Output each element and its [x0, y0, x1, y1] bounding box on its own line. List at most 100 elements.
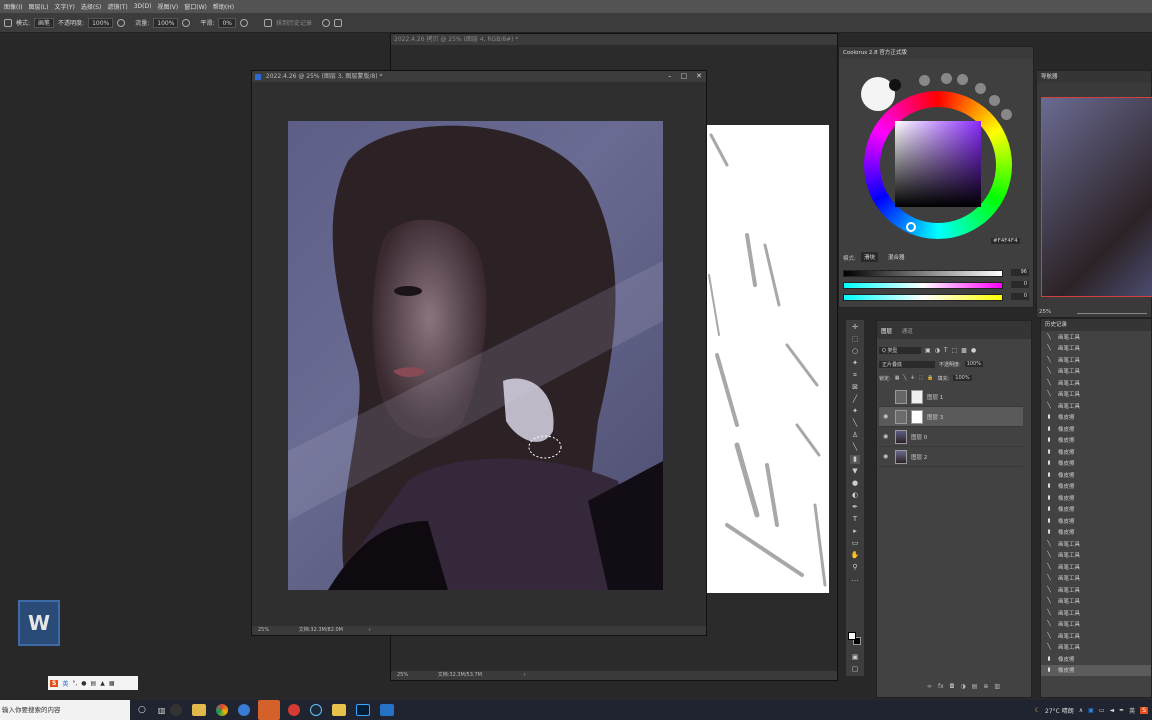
airbrush-icon[interactable] — [182, 18, 191, 27]
slider-row-3[interactable]: 0 — [839, 289, 1035, 301]
history-item[interactable]: ╲ 画笔工具 — [1041, 400, 1151, 412]
lock-all-icon[interactable]: 🔒 — [927, 375, 933, 381]
volume-icon[interactable]: ◄ — [1110, 707, 1115, 714]
link-icon[interactable]: ∞ — [927, 683, 932, 693]
palette-icon[interactable] — [957, 74, 968, 85]
fx-icon[interactable]: fx — [938, 683, 944, 693]
front-document-window[interactable]: 2022.4.26 @ 25% (图层 3, 图层蒙版/8) * – □ ✕ 2… — [251, 70, 707, 636]
layer-filter-select[interactable]: Q 类型 — [879, 346, 921, 354]
filter-pixel-icon[interactable]: ▣ — [925, 347, 931, 354]
slider-row-1[interactable]: 96 — [839, 265, 1035, 277]
history-item[interactable]: ▮ 橡皮擦 — [1041, 458, 1151, 470]
netease-music-icon[interactable] — [288, 704, 301, 716]
eraser-tool-icon[interactable]: ▮ — [850, 455, 860, 464]
moon-icon[interactable]: ☾ — [1035, 707, 1040, 714]
eye-icon[interactable]: ◉ — [883, 453, 891, 460]
navigator-zoom[interactable]: 25% — [1039, 309, 1051, 315]
lock-move-icon[interactable]: ✛ — [910, 375, 914, 381]
tab-slider[interactable]: 滑块 — [861, 252, 879, 262]
lock-pixels-icon[interactable]: ▦ — [895, 375, 900, 381]
layer-name[interactable]: 图层 0 — [911, 433, 927, 441]
filter-type-icon[interactable]: T — [944, 347, 948, 354]
layer-name[interactable]: 图层 2 — [911, 453, 927, 461]
tab-layers[interactable]: 图层 — [881, 329, 892, 335]
chrome-icon[interactable] — [216, 704, 229, 716]
menu-item[interactable]: 帮助(H) — [213, 2, 234, 11]
front-window-titlebar[interactable]: 2022.4.26 @ 25% (图层 3, 图层蒙版/8) * – □ ✕ — [252, 71, 706, 82]
eyedropper-icon[interactable]: ╱ — [850, 395, 860, 404]
pressure-size-icon[interactable] — [322, 18, 330, 27]
palette-icon[interactable] — [1001, 109, 1012, 120]
mode-select[interactable]: 画笔 — [34, 17, 55, 28]
menu-item[interactable]: 图层(L) — [28, 2, 48, 11]
history-item[interactable]: ╲ 画笔工具 — [1041, 343, 1151, 355]
photo-canvas[interactable] — [288, 121, 663, 590]
video-app-icon[interactable] — [380, 704, 395, 716]
history-item[interactable]: ▮ 橡皮擦 — [1041, 412, 1151, 424]
doc-info[interactable]: 文档:32.3M/53.7M — [438, 672, 482, 678]
layer-row[interactable]: ◉ 图层 3 — [879, 407, 1023, 427]
file-explorer-icon[interactable] — [192, 704, 207, 716]
obs-icon[interactable] — [170, 704, 183, 716]
eraser-tool-icon[interactable] — [4, 18, 12, 27]
history-item[interactable]: ▮ 橡皮擦 — [1041, 504, 1151, 516]
history-item[interactable]: ▮ 橡皮擦 — [1041, 469, 1151, 481]
navigator-title[interactable]: 导航器 — [1037, 71, 1151, 83]
slider-value[interactable]: 0 — [1011, 281, 1029, 288]
zoom-readout[interactable]: 25% — [258, 627, 269, 633]
quick-mask-icon[interactable]: ▣ — [850, 653, 860, 662]
background-swatch[interactable] — [889, 79, 901, 91]
zoom-slider[interactable] — [1077, 313, 1147, 314]
history-item[interactable]: ╲ 画笔工具 — [1041, 550, 1151, 562]
steam-icon[interactable] — [310, 704, 323, 716]
sogou-tray-icon[interactable]: S — [1140, 706, 1148, 714]
fg-color-swatch[interactable] — [848, 632, 856, 640]
layer-row[interactable]: 图层 1 — [879, 387, 1023, 407]
minimize-icon[interactable]: – — [668, 71, 672, 82]
menu-item[interactable]: 3D(D) — [134, 3, 152, 10]
more-tools-icon[interactable]: … — [850, 575, 860, 584]
menu-item[interactable]: 图像(I) — [4, 2, 22, 11]
lock-artboard-icon[interactable]: ⬚ — [919, 375, 924, 381]
sogou-icon[interactable]: S — [50, 679, 59, 687]
move-tool-icon[interactable]: ✛ — [850, 323, 860, 332]
ime-indicator[interactable]: 英 — [1129, 706, 1135, 715]
pen-tool-icon[interactable]: ✒ — [850, 503, 860, 512]
history-item[interactable]: ▮ 橡皮擦 — [1041, 481, 1151, 493]
palette-icon[interactable] — [989, 95, 1000, 106]
smooth-input[interactable]: 0% — [218, 17, 236, 28]
layer-mask-thumbnail[interactable] — [911, 389, 923, 404]
menu-item[interactable]: 窗口(W) — [184, 2, 207, 11]
layer-mask-thumbnail[interactable] — [911, 409, 923, 424]
history-item[interactable]: ▮ 橡皮擦 — [1041, 664, 1151, 676]
back-canvas[interactable] — [707, 125, 829, 593]
bucket-tool-icon[interactable]: ▼ — [850, 467, 860, 476]
status-arrow-icon[interactable]: › — [369, 627, 371, 633]
doc-info[interactable]: 文档:32.3M/82.0M — [299, 627, 343, 633]
status-arrow-icon[interactable]: › — [524, 672, 526, 678]
filter-shape-icon[interactable]: ⬚ — [952, 347, 958, 354]
zoom-readout[interactable]: 25% — [397, 672, 408, 678]
history-item[interactable]: ▮ 橡皮擦 — [1041, 492, 1151, 504]
marquee-tool-icon[interactable]: ⬚ — [850, 335, 860, 344]
menu-item[interactable]: 滤镜(T) — [107, 2, 127, 11]
type-tool-icon[interactable]: T — [850, 515, 860, 524]
fill-input[interactable]: 100% — [953, 375, 972, 381]
menu-item[interactable]: 选择(S) — [81, 2, 102, 11]
filter-smart-icon[interactable]: ▩ — [961, 347, 967, 354]
punct-icon[interactable]: °, — [72, 680, 77, 687]
hue-marker[interactable] — [906, 222, 916, 232]
adjustment-icon[interactable]: ◑ — [960, 683, 965, 693]
history-item[interactable]: ╲ 画笔工具 — [1041, 584, 1151, 596]
tray-expand-icon[interactable]: ∧ — [1079, 707, 1083, 714]
browser-icon[interactable] — [238, 704, 251, 716]
crop-tool-icon[interactable]: ⌗ — [850, 371, 860, 380]
history-item[interactable]: ▮ 橡皮擦 — [1041, 515, 1151, 527]
maximize-icon[interactable]: □ — [681, 71, 688, 82]
screen-mode-icon[interactable]: ▢ — [850, 665, 860, 674]
toolbox-icon[interactable]: ▦ — [109, 680, 115, 687]
gear-icon[interactable] — [239, 18, 248, 27]
history-item[interactable]: ▮ 橡皮擦 — [1041, 653, 1151, 665]
tab-channels[interactable]: 通道 — [902, 329, 913, 335]
menu-item[interactable]: 文字(Y) — [54, 2, 74, 11]
